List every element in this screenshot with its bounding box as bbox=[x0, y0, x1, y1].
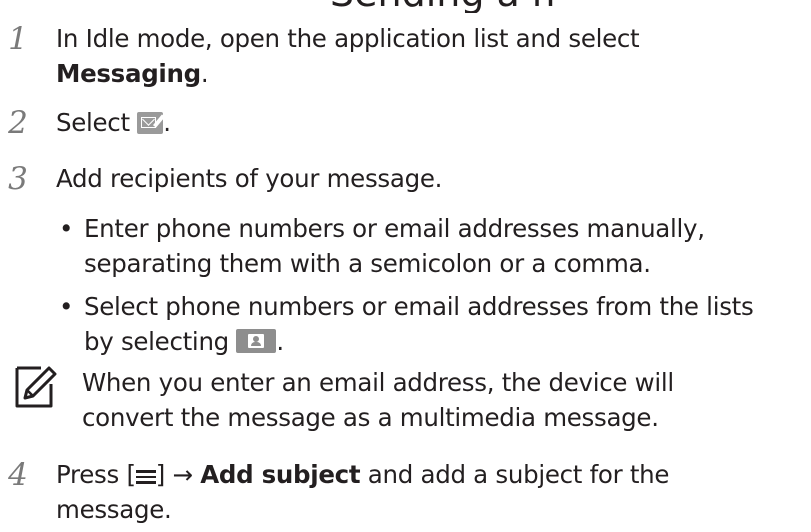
step-2-period: . bbox=[163, 108, 171, 137]
heading-text: Sending a message bbox=[330, 0, 560, 13]
note-pencil-icon bbox=[15, 366, 57, 408]
menu-key-icon bbox=[135, 470, 156, 484]
step-4-line-2: message. bbox=[56, 495, 172, 524]
step-1-line-2: Messaging. bbox=[56, 57, 209, 91]
step-2-before: Select bbox=[56, 108, 130, 137]
bullet-1-text-1: Enter phone numbers or email addresses m… bbox=[84, 214, 705, 243]
step-4-rest: and add a subject for the bbox=[367, 460, 670, 489]
note-line-1: When you enter an email address, the dev… bbox=[82, 368, 674, 397]
bullet-2-period: . bbox=[276, 327, 284, 356]
step-4-line-1: Press [ ] → Add subject and add a subject… bbox=[56, 458, 669, 492]
step-4-press: Press [ bbox=[56, 460, 136, 489]
step-number-1: 1 bbox=[8, 21, 28, 57]
bullet-1-line-2: separating them with a semicolon or a co… bbox=[84, 249, 651, 278]
step-number-4: 4 bbox=[8, 457, 28, 493]
step-number-3: 3 bbox=[8, 161, 28, 197]
page-heading-partial: Sending a message bbox=[330, 0, 560, 13]
add-subject-label: Add subject bbox=[200, 460, 361, 489]
bullet-marker: • bbox=[59, 292, 74, 321]
step-1-period: . bbox=[200, 59, 209, 88]
bullet-2-before: by selecting bbox=[84, 327, 229, 356]
note-line-2: convert the message as a multimedia mess… bbox=[82, 403, 659, 432]
step-2-text: Select . bbox=[56, 106, 171, 140]
bullet-2-line-2: by selecting . bbox=[84, 325, 284, 359]
step-number-2: 2 bbox=[8, 105, 28, 141]
bullet-2-line-1: • Select phone numbers or email addresse… bbox=[59, 290, 754, 324]
contacts-icon bbox=[236, 329, 277, 353]
bullet-1-line-1: • Enter phone numbers or email addresses… bbox=[59, 212, 705, 246]
messaging-label: Messaging bbox=[56, 59, 201, 88]
step-1-line-1: In Idle mode, open the application list … bbox=[56, 24, 640, 53]
step-4-arrow: ] → bbox=[155, 460, 193, 489]
step-3-text: Add recipients of your message. bbox=[56, 164, 443, 193]
bullet-marker: • bbox=[59, 214, 74, 243]
compose-message-icon bbox=[137, 112, 166, 134]
bullet-2-text-1: Select phone numbers or email addresses … bbox=[84, 292, 754, 321]
